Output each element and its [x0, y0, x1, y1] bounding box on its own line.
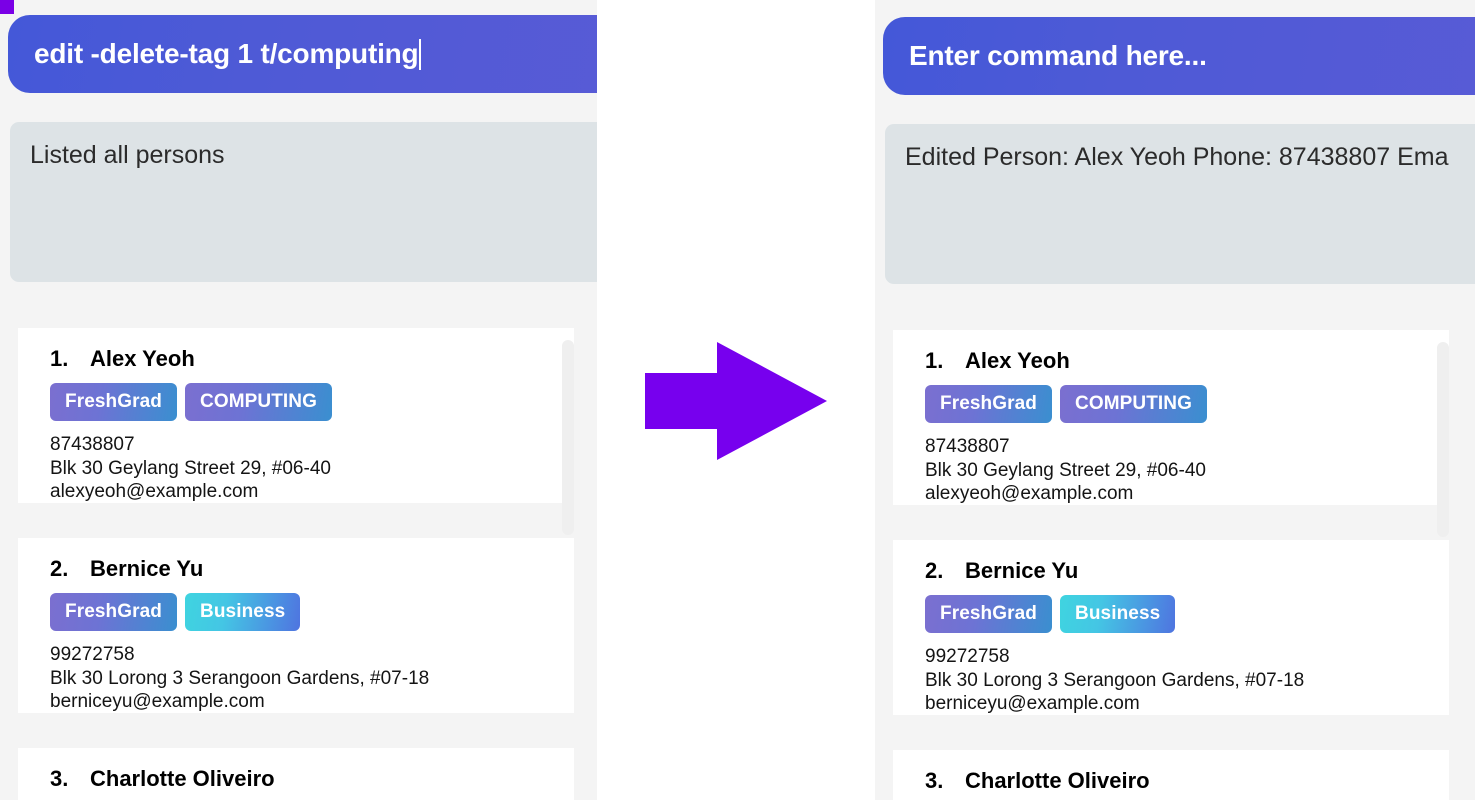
- person-name-row: 3. Charlotte Oliveiro: [925, 768, 1433, 794]
- person-phone: 99272758: [50, 644, 135, 665]
- list-scrollbar-thumb[interactable]: [562, 340, 574, 535]
- after-panel: Enter command here... Edited Person: Ale…: [875, 0, 1475, 800]
- tag-row: FreshGrad COMPUTING: [925, 385, 1433, 423]
- person-address: Blk 30 Geylang Street 29, #06-40: [50, 457, 331, 479]
- person-list-after[interactable]: 1. Alex Yeoh FreshGrad COMPUTING 8743880…: [875, 287, 1475, 800]
- command-input-before[interactable]: edit -delete-tag 1 t/computing: [8, 15, 597, 93]
- person-list-before[interactable]: 1. Alex Yeoh FreshGrad COMPUTING 8743880…: [0, 285, 597, 800]
- person-tag[interactable]: FreshGrad: [925, 595, 1052, 633]
- result-display-text: Edited Person: Alex Yeoh Phone: 87438807…: [905, 143, 1449, 171]
- person-index: 2.: [50, 556, 69, 581]
- person-tag[interactable]: FreshGrad: [50, 593, 177, 631]
- person-email: alexyeoh@example.com: [50, 481, 259, 503]
- person-tag[interactable]: COMPUTING: [185, 383, 333, 421]
- person-address: Blk 30 Lorong 3 Serangoon Gardens, #07-1…: [925, 669, 1305, 691]
- person-index: 1.: [50, 346, 69, 371]
- person-tag[interactable]: COMPUTING: [1060, 385, 1208, 423]
- tag-row: FreshGrad Business: [50, 593, 558, 631]
- person-address: Blk 30 Geylang Street 29, #06-40: [925, 459, 1206, 481]
- person-name-row: 3. Charlotte Oliveiro: [50, 766, 558, 792]
- person-index: 1.: [925, 348, 944, 373]
- command-input-placeholder: Enter command here...: [909, 40, 1207, 71]
- person-name: Charlotte Oliveiro: [90, 766, 275, 791]
- person-phone: 87438807: [925, 436, 1010, 457]
- result-display-after: Edited Person: Alex Yeoh Phone: 87438807…: [885, 124, 1475, 284]
- person-tag[interactable]: FreshGrad: [50, 383, 177, 421]
- person-name: Bernice Yu: [90, 556, 204, 581]
- person-card[interactable]: 3. Charlotte Oliveiro: [893, 750, 1449, 800]
- list-scrollbar[interactable]: [562, 328, 574, 798]
- person-tag[interactable]: Business: [1060, 595, 1176, 633]
- transition-arrow-icon: [645, 342, 827, 460]
- person-email: alexyeoh@example.com: [925, 483, 1134, 505]
- person-index: 2.: [925, 558, 944, 583]
- person-email: berniceyu@example.com: [925, 693, 1140, 715]
- list-scrollbar-thumb[interactable]: [1437, 342, 1449, 537]
- person-tag[interactable]: Business: [185, 593, 301, 631]
- person-name-row: 1. Alex Yeoh: [50, 346, 558, 372]
- person-card[interactable]: 1. Alex Yeoh FreshGrad COMPUTING 8743880…: [893, 330, 1449, 505]
- person-name: Alex Yeoh: [965, 348, 1070, 373]
- person-name-row: 2. Bernice Yu: [50, 556, 558, 582]
- person-phone: 99272758: [925, 646, 1010, 667]
- person-address: Blk 30 Lorong 3 Serangoon Gardens, #07-1…: [50, 667, 430, 689]
- person-card[interactable]: 3. Charlotte Oliveiro: [18, 748, 574, 800]
- person-index: 3.: [925, 768, 944, 793]
- person-name: Bernice Yu: [965, 558, 1079, 583]
- before-panel: edit -delete-tag 1 t/computing Listed al…: [0, 0, 597, 800]
- person-phone: 87438807: [50, 434, 135, 455]
- person-name: Alex Yeoh: [90, 346, 195, 371]
- person-name-row: 1. Alex Yeoh: [925, 348, 1433, 374]
- person-email: berniceyu@example.com: [50, 691, 265, 713]
- person-tag[interactable]: FreshGrad: [925, 385, 1052, 423]
- person-name: Charlotte Oliveiro: [965, 768, 1150, 793]
- result-display-text: Listed all persons: [30, 141, 225, 169]
- command-input-text: edit -delete-tag 1 t/computing: [34, 38, 419, 69]
- person-card[interactable]: 2. Bernice Yu FreshGrad Business 9927275…: [893, 540, 1449, 715]
- person-card[interactable]: 2. Bernice Yu FreshGrad Business 9927275…: [18, 538, 574, 713]
- text-caret: [419, 38, 422, 70]
- command-input-after[interactable]: Enter command here...: [883, 17, 1475, 95]
- person-name-row: 2. Bernice Yu: [925, 558, 1433, 584]
- tag-row: FreshGrad Business: [925, 595, 1433, 633]
- person-card[interactable]: 1. Alex Yeoh FreshGrad COMPUTING 8743880…: [18, 328, 574, 503]
- person-index: 3.: [50, 766, 69, 791]
- result-display-before: Listed all persons: [10, 122, 597, 282]
- tag-row: FreshGrad COMPUTING: [50, 383, 558, 421]
- list-scrollbar[interactable]: [1437, 330, 1449, 800]
